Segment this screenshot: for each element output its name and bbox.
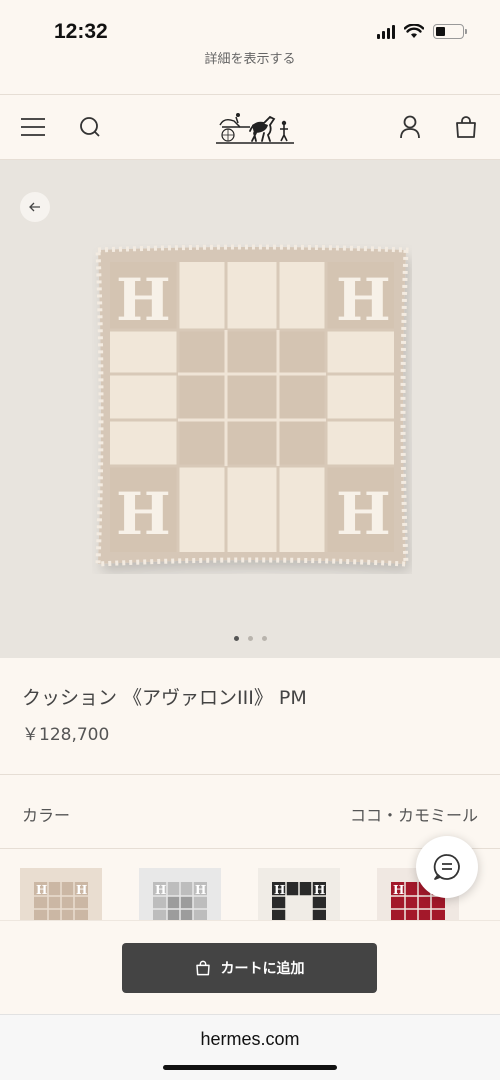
status-time: 12:32 [54,20,108,43]
show-details-link[interactable]: 詳細を表示する [0,52,500,68]
status-icons [377,24,467,39]
svg-text:H: H [116,480,171,548]
svg-text:H: H [155,883,166,897]
svg-text:H: H [336,266,391,334]
shopping-bag-icon [195,960,210,976]
chat-button[interactable] [416,836,478,898]
svg-text:H: H [76,883,87,897]
back-arrow-icon[interactable] [20,192,50,222]
svg-text:H: H [36,883,47,897]
svg-text:H: H [393,883,404,897]
add-to-cart-label: カートに追加 [220,961,305,977]
wifi-icon [404,24,424,38]
browser-url-bar[interactable]: hermes.com [0,1014,500,1080]
gallery-dot[interactable] [261,636,267,641]
battery-icon [433,24,467,39]
divider [0,774,500,775]
color-label: カラー [22,806,71,825]
svg-text:H: H [116,266,171,334]
gallery-pagination[interactable] [0,636,500,641]
url-text[interactable]: hermes.com [0,1029,500,1050]
swatch-black[interactable]: H H [258,868,340,920]
gallery-dot[interactable] [233,636,239,641]
shopping-bag-icon[interactable] [452,113,480,141]
search-icon[interactable] [76,113,104,141]
home-indicator[interactable] [163,1065,337,1070]
add-to-cart-button[interactable]: カートに追加 [122,943,377,993]
cushion-product-image: H H H H [95,244,409,567]
status-bar: 12:32 [0,0,500,60]
signal-icon [377,24,395,39]
menu-icon[interactable] [19,113,47,141]
swatch-grey[interactable]: H H [139,868,221,920]
color-value: ココ・カモミール [349,806,478,825]
svg-text:H: H [195,883,206,897]
account-icon[interactable] [396,113,424,141]
svg-text:H: H [336,480,391,548]
chat-icon [433,854,460,880]
product-image-gallery[interactable]: H H H H [0,160,500,658]
add-to-cart-bar: カートに追加 [0,920,500,1014]
svg-text:H: H [274,883,285,897]
hermes-logo[interactable] [214,109,296,145]
gallery-dot[interactable] [247,636,253,641]
product-price: ￥128,700 [22,725,110,745]
swatch-beige[interactable]: H H [20,868,102,920]
product-title: クッション 《アヴァロンIII》 PM [22,687,307,709]
site-header [0,94,500,160]
svg-text:H: H [314,883,325,897]
